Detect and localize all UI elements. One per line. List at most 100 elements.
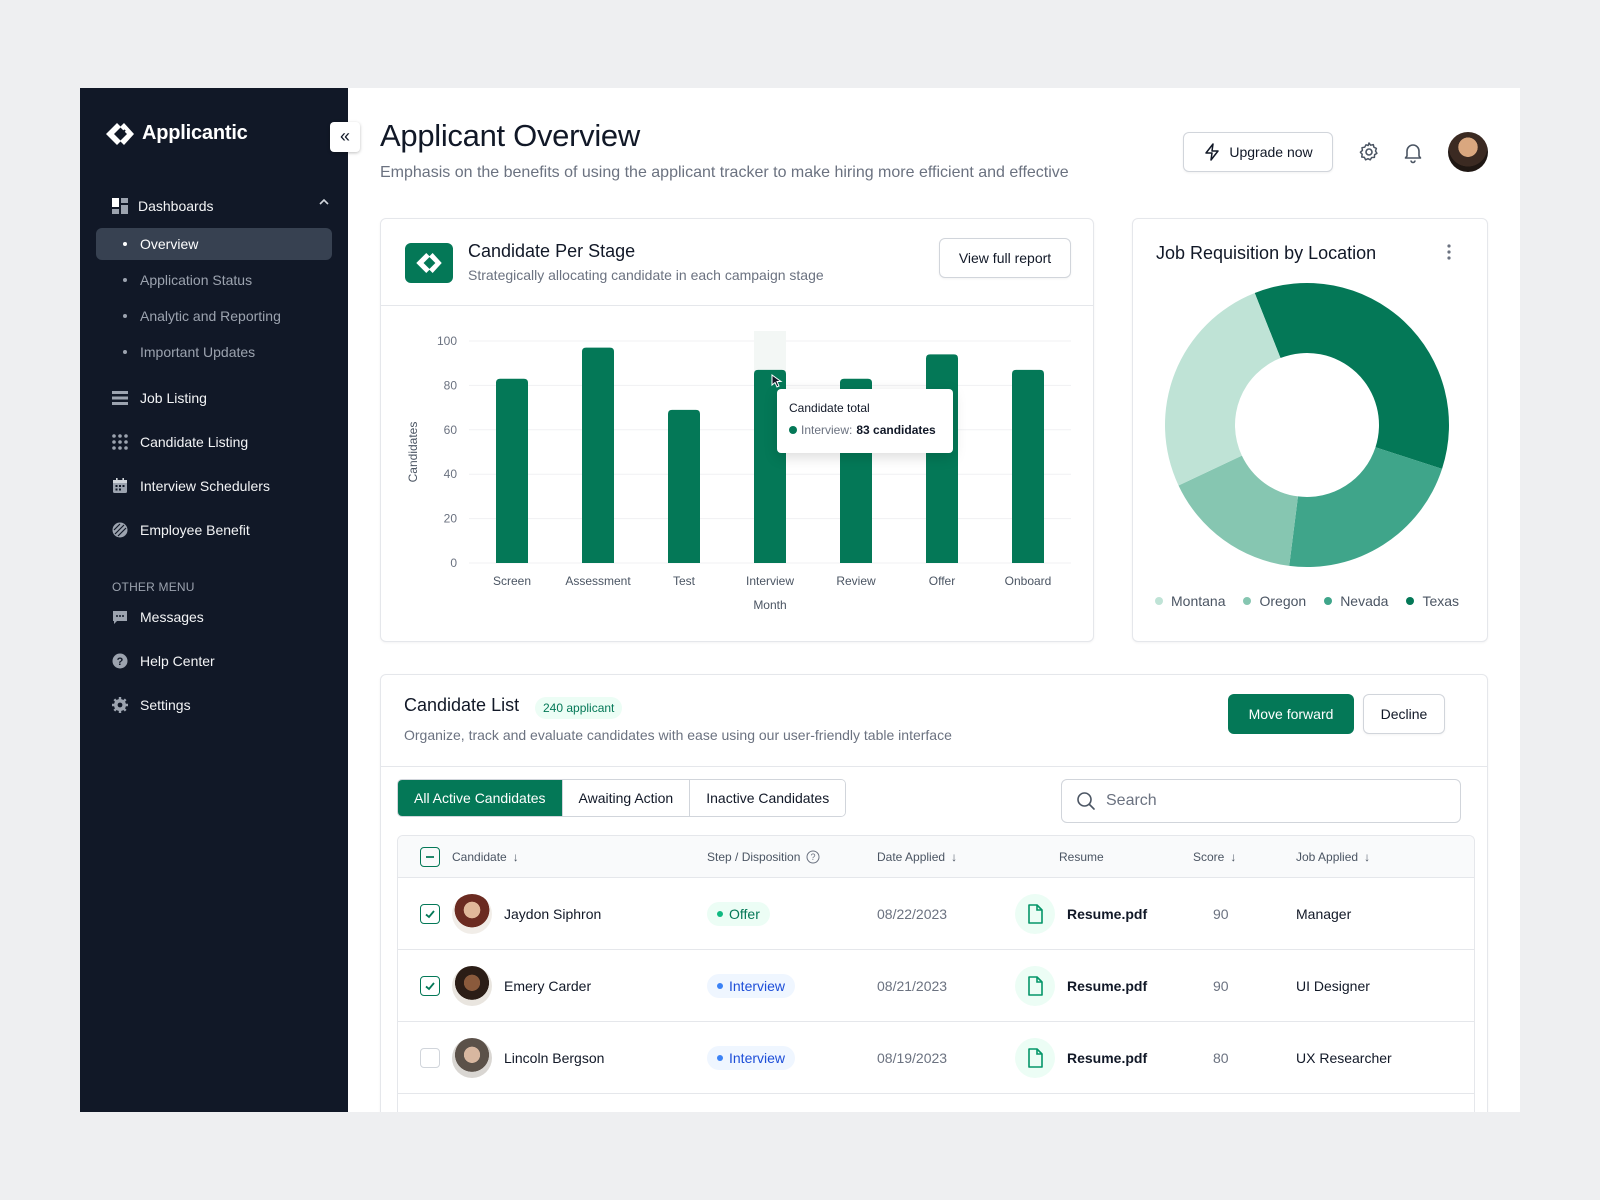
sidebar-item-job-listing[interactable]: Job Listing (112, 386, 332, 410)
x-tick-label: Interview (746, 574, 794, 588)
resume-link[interactable]: Resume.pdf (1015, 878, 1147, 950)
app-logo[interactable]: Applicantic (106, 122, 248, 145)
nav-group-dashboards[interactable]: Dashboards (112, 194, 330, 218)
row-checkbox[interactable] (420, 950, 440, 1022)
legend-dot-icon (1406, 597, 1415, 605)
legend-label: Oregon (1259, 593, 1307, 609)
tab-all-active-candidates[interactable]: All Active Candidates (398, 780, 563, 816)
legend-label: Nevada (1340, 593, 1389, 609)
slice-nevada[interactable] (1289, 447, 1443, 567)
table-row[interactable]: Jaydon Siphron Offer 08/22/2023 Resume.p… (398, 878, 1474, 950)
button-label: Decline (1380, 706, 1428, 722)
bullet-icon (123, 242, 127, 246)
sidebar-item-settings[interactable]: Settings (112, 693, 332, 717)
card-divider (381, 766, 1487, 767)
bar-onboard[interactable] (1012, 369, 1044, 563)
sidebar-item-label: Analytic and Reporting (140, 308, 281, 324)
checkbox-checked (420, 904, 440, 924)
tab-awaiting-action[interactable]: Awaiting Action (562, 780, 691, 816)
candidate-cell: Jaydon Siphron (452, 878, 601, 950)
candidate-name: Lincoln Bergson (504, 1050, 605, 1066)
column-header-date-applied[interactable]: Date Applied ↓ (877, 850, 957, 864)
legend-dot-icon (1243, 597, 1252, 605)
checkbox-checked (420, 976, 440, 996)
app-window: Applicantic « Dashboards Overview Applic… (80, 88, 1520, 1112)
bar-test[interactable] (668, 409, 700, 563)
move-forward-button[interactable]: Move forward (1228, 694, 1354, 734)
sidebar-item-label: Application Status (140, 272, 253, 288)
double-chevron-left-icon: « (339, 126, 350, 146)
column-header-step[interactable]: Step / Disposition ? (707, 850, 820, 864)
x-tick-label: Test (673, 574, 696, 588)
resume-link[interactable]: Resume.pdf (1015, 950, 1147, 1022)
column-header-score[interactable]: Score ↓ (1193, 850, 1236, 864)
upgrade-button[interactable]: Upgrade now (1183, 132, 1333, 172)
cursor-icon (771, 374, 783, 388)
sidebar-item-candidate-listing[interactable]: Candidate Listing (112, 430, 332, 454)
slice-texas[interactable] (1254, 283, 1449, 469)
avatar (452, 894, 492, 934)
sidebar-item-label: Employee Benefit (140, 522, 250, 538)
bell-icon[interactable] (1401, 140, 1425, 164)
sidebar-item-application-status[interactable]: Application Status (96, 264, 332, 296)
y-tick-label: 100 (437, 334, 457, 348)
legend-item-oregon: Oregon (1243, 593, 1306, 609)
gear-icon[interactable] (1357, 140, 1381, 164)
resume-link[interactable]: Resume.pdf (1015, 1022, 1147, 1094)
legend-item-montana: Montana (1155, 593, 1225, 609)
card-logo-icon (405, 243, 453, 283)
bar-offer[interactable] (926, 354, 958, 563)
sidebar-item-important-updates[interactable]: Important Updates (96, 336, 332, 368)
table-row[interactable]: Lincoln Bergson Interview 08/19/2023 Res… (398, 1022, 1474, 1094)
candidate-name: Emery Carder (504, 978, 592, 994)
user-avatar[interactable] (1448, 132, 1488, 172)
sort-arrow-down-icon: ↓ (1230, 850, 1237, 864)
avatar (452, 1038, 492, 1078)
collapse-sidebar-button[interactable]: « (330, 122, 360, 152)
sidebar-item-messages[interactable]: Messages (112, 605, 332, 629)
search-box (1061, 779, 1461, 823)
column-header-candidate[interactable]: Candidate ↓ (452, 850, 519, 864)
sidebar-item-overview[interactable]: Overview (96, 228, 332, 260)
search-input[interactable] (1106, 792, 1426, 810)
column-label: Step / Disposition (707, 850, 801, 864)
sidebar-item-employee-benefit[interactable]: Employee Benefit (112, 518, 332, 542)
candidate-list-subtitle: Organize, track and evaluate candidates … (404, 727, 952, 743)
sidebar-item-label: Interview Schedulers (140, 478, 270, 494)
sort-arrow-down-icon: ↓ (951, 850, 958, 864)
tooltip-series: Interview: (801, 423, 853, 437)
legend-item-nevada: Nevada (1324, 593, 1388, 609)
button-label: View full report (958, 250, 1052, 266)
table-header: Candidate ↓ Step / Disposition ? Date Ap… (398, 836, 1474, 878)
stage-bar-chart: 0 20 40 60 80 100 Candidates Screen Assessment Te… (406, 331, 1071, 612)
decline-button[interactable]: Decline (1363, 694, 1445, 734)
score-cell: 90 (1213, 906, 1229, 922)
column-header-job-applied[interactable]: Job Applied ↓ (1296, 850, 1370, 864)
select-all-checkbox[interactable] (420, 847, 440, 867)
table-row-partial[interactable] (398, 1094, 1474, 1112)
bar-screen[interactable] (496, 378, 528, 563)
tab-inactive-candidates[interactable]: Inactive Candidates (690, 780, 846, 816)
status-badge: Offer (707, 902, 770, 926)
resume-filename: Resume.pdf (1067, 906, 1148, 922)
status-label: Interview (729, 1050, 786, 1066)
sidebar-item-help-center[interactable]: ? Help Center (112, 649, 332, 673)
slice-montana[interactable] (1165, 292, 1281, 486)
table-row[interactable]: Emery Carder Interview 08/21/2023 Resume… (398, 950, 1474, 1022)
step-cell: Interview (707, 950, 796, 1022)
row-checkbox[interactable] (420, 878, 440, 950)
location-donut-chart (1165, 283, 1449, 567)
sidebar-item-label: Important Updates (140, 344, 256, 360)
column-header-resume: Resume (1059, 850, 1104, 864)
sidebar-item-interview-schedulers[interactable]: Interview Schedulers (112, 474, 332, 498)
view-full-report-button[interactable]: View full report (939, 238, 1071, 278)
file-icon (1015, 1038, 1055, 1078)
sidebar-item-analytic-reporting[interactable]: Analytic and Reporting (96, 300, 332, 332)
other-menu-label: OTHER MENU (112, 580, 195, 594)
donut-legend: Montana Oregon Nevada Texas (1155, 593, 1459, 609)
y-axis-label: Candidates (406, 422, 420, 483)
more-options-icon[interactable] (1443, 243, 1455, 261)
bar-assessment[interactable] (582, 347, 614, 563)
sort-arrow-down-icon: ↓ (1364, 850, 1371, 864)
row-checkbox[interactable] (420, 1022, 440, 1094)
